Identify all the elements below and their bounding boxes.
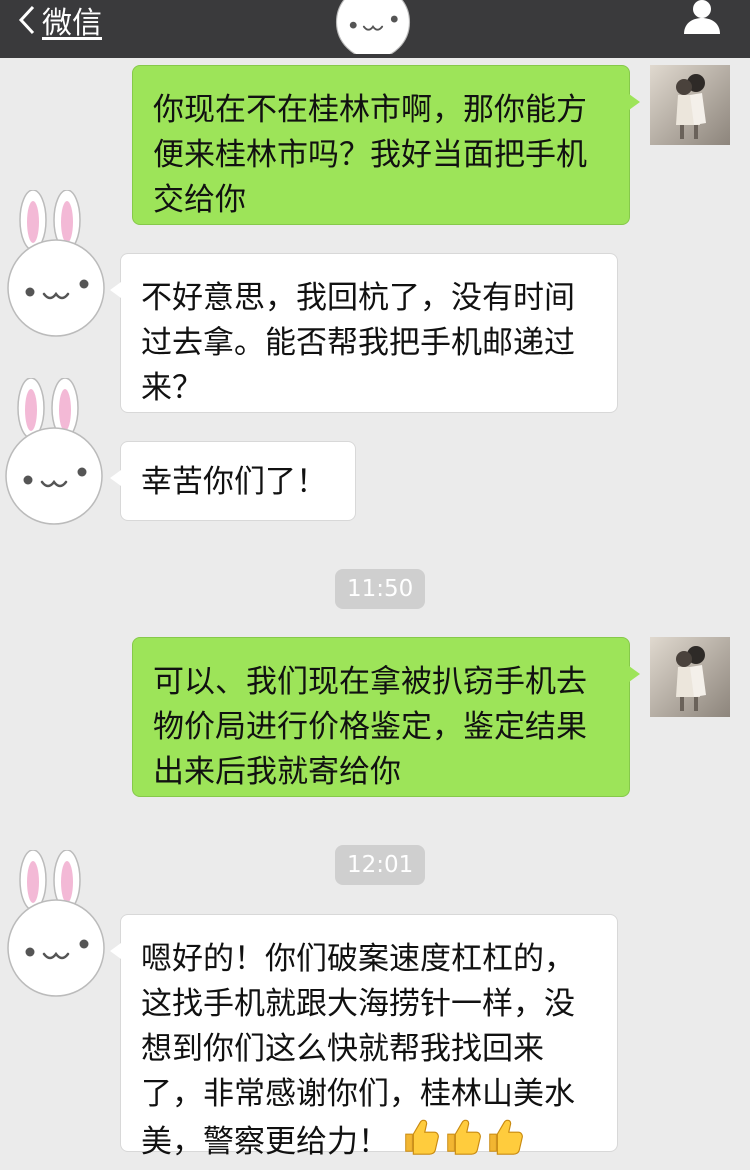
contact-avatar[interactable] (4, 378, 104, 528)
navigation-bar: 微信 (0, 0, 750, 58)
timestamp-text: 11:50 (347, 576, 414, 602)
back-label: 微信 (42, 6, 102, 41)
profile-icon[interactable] (682, 0, 722, 36)
message-bubble-sent[interactable]: 可以、我们现在拿被扒窃手机去物价局进行价格鉴定，鉴定结果出来后我就寄给你 (132, 637, 640, 797)
contact-avatar[interactable] (6, 850, 106, 1000)
timestamp: 12:01 (335, 845, 426, 885)
message-bubble-received[interactable]: 幸苦你们了！ (110, 441, 356, 521)
message-bubble-received[interactable]: 嗯好的！你们破案速度杠杠的，这找手机就跟大海捞针一样，没想到你们这么快就帮我找回… (110, 914, 618, 1160)
my-avatar[interactable] (650, 65, 730, 145)
message-text: 你现在不在桂林市啊，那你能方便来桂林市吗？我好当面把手机交给你 (153, 92, 587, 218)
message-text: 可以、我们现在拿被扒窃手机去物价局进行价格鉴定，鉴定结果出来后我就寄给你 (153, 664, 587, 790)
message-bubble-sent[interactable]: 你现在不在桂林市啊，那你能方便来桂林市吗？我好当面把手机交给你 (132, 65, 640, 225)
back-chevron-icon (18, 5, 35, 35)
timestamp: 11:50 (335, 569, 426, 609)
contact-avatar[interactable] (6, 190, 106, 340)
timestamp-text: 12:01 (347, 852, 414, 878)
thumbs-up-icon (405, 1119, 439, 1155)
message-text: 幸苦你们了！ (141, 464, 327, 500)
message-bubble-received[interactable]: 不好意思，我回杭了，没有时间过去拿。能否帮我把手机邮递过来？ (110, 253, 618, 413)
chat-avatar[interactable] (330, 0, 416, 54)
thumbs-up-icon (489, 1119, 523, 1155)
message-text: 不好意思，我回杭了，没有时间过去拿。能否帮我把手机邮递过来？ (141, 280, 575, 406)
back-button[interactable]: 微信 (18, 0, 102, 41)
my-avatar[interactable] (650, 637, 730, 717)
thumbs-up-icon (447, 1119, 481, 1155)
thumbs-up-group (399, 1117, 525, 1170)
